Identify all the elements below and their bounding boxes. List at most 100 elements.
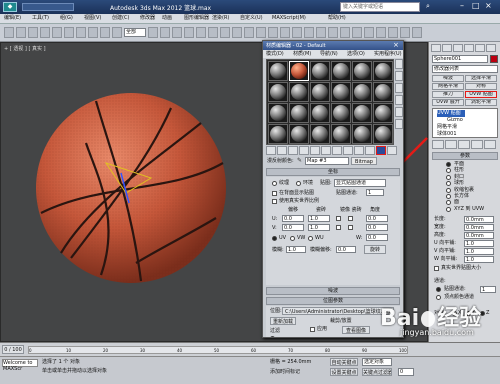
key-filters-button[interactable]: 关键点过滤器... — [362, 368, 392, 376]
material-slot[interactable] — [373, 82, 393, 102]
toolbar-tool-icon[interactable] — [100, 27, 110, 38]
minimize-icon[interactable]: – — [460, 1, 464, 10]
v-mirror-checkbox[interactable] — [336, 225, 341, 230]
mapping-radio[interactable] — [446, 181, 451, 187]
stack-tool-icon[interactable] — [471, 140, 483, 149]
param-field[interactable]: 0.0mm — [464, 216, 494, 223]
toolbar-tool-icon[interactable] — [4, 27, 14, 38]
material-slot[interactable] — [331, 82, 351, 102]
coordinates-rollout[interactable]: 坐标 — [266, 168, 400, 176]
material-tool-icon[interactable] — [387, 146, 397, 155]
search-input[interactable]: 键入关键字或短语 — [340, 2, 420, 12]
material-tool-icon[interactable] — [332, 146, 342, 155]
map-channel-field[interactable]: 1 — [366, 189, 384, 196]
toolbar-tool-icon[interactable] — [40, 27, 50, 38]
set-key-button[interactable]: 设置关键点 — [330, 368, 358, 376]
toolbar-tool-icon[interactable] — [388, 27, 398, 38]
mapping-radio[interactable] — [446, 194, 451, 199]
menu-item[interactable]: 动画 — [162, 15, 172, 22]
toolbar-tool-icon[interactable] — [280, 27, 290, 38]
u-tile-checkbox[interactable] — [348, 216, 353, 221]
toolbar-tool-icon[interactable] — [172, 27, 182, 38]
mapping-radio[interactable] — [446, 187, 451, 193]
blur-offset-field[interactable]: 0.0 — [336, 246, 356, 253]
material-menu-item[interactable]: 选项(O) — [347, 51, 365, 58]
timeline[interactable]: 0 / 100 0 10 20 30 40 50 60 70 80 90 100 — [0, 342, 500, 356]
real-world-checkbox[interactable] — [272, 199, 277, 204]
toolbar-tool-icon[interactable] — [28, 27, 38, 38]
stack-item[interactable]: UVW 贴图 — [437, 110, 465, 117]
toolbar-tool-icon[interactable] — [64, 27, 74, 38]
selection-filter-dropdown[interactable]: 全部 — [124, 28, 146, 37]
material-tool-icon[interactable] — [354, 146, 364, 155]
modifier-list-dropdown[interactable]: 修改器列表 — [432, 65, 498, 73]
toolbar-tool-icon[interactable] — [208, 27, 218, 38]
material-slot[interactable] — [289, 61, 309, 81]
modifier-button[interactable]: 噪波 — [432, 75, 464, 82]
material-slot[interactable] — [289, 124, 309, 144]
menu-item[interactable]: MAXScript(M) — [272, 15, 306, 22]
stack-item[interactable]: Gizmo — [447, 117, 463, 124]
stack-item[interactable]: 网格平滑 — [437, 124, 457, 131]
key-selection-dropdown[interactable]: 选定对象 — [362, 358, 392, 366]
sample-side-tool-icon[interactable] — [395, 83, 403, 93]
toolbar-tool-icon[interactable] — [88, 27, 98, 38]
toolbar-tool-icon[interactable] — [160, 27, 170, 38]
rotate-button[interactable]: 旋转 — [364, 245, 386, 254]
add-time-tag[interactable]: 添加时间标记 — [270, 369, 300, 376]
mapping-dropdown[interactable]: 显式贴图通道 — [334, 179, 386, 187]
maxscript-listener[interactable]: Welcome to MAXScr — [2, 359, 38, 372]
toolbar-tool-icon[interactable] — [244, 27, 254, 38]
material-menu-item[interactable]: 模式(D) — [266, 51, 284, 58]
v-tile-checkbox[interactable] — [348, 225, 353, 230]
u-offset-field[interactable]: 0.0 — [282, 215, 304, 222]
material-tool-icon[interactable] — [343, 146, 353, 155]
material-slot[interactable] — [310, 103, 330, 123]
filter-radio[interactable] — [270, 336, 275, 337]
reload-button[interactable]: 重新加载 — [270, 317, 296, 325]
stack-tool-icon[interactable] — [458, 140, 470, 149]
toolbar-tool-icon[interactable] — [220, 27, 230, 38]
material-slot[interactable] — [373, 61, 393, 81]
mapping-radio[interactable] — [446, 206, 451, 212]
menu-item[interactable]: 创建(C) — [112, 15, 129, 22]
material-slot[interactable] — [268, 124, 288, 144]
stack-tool-icon[interactable] — [445, 140, 457, 149]
toolbar-tool-icon[interactable] — [340, 27, 350, 38]
toolbar-tool-icon[interactable] — [292, 27, 302, 38]
toolbar-tool-icon[interactable] — [16, 27, 26, 38]
u-mirror-checkbox[interactable] — [336, 216, 341, 221]
map-type-button[interactable]: Bitmap — [351, 157, 377, 165]
param-field[interactable]: 1.0 — [464, 256, 494, 263]
sample-side-tool-icon[interactable] — [395, 107, 403, 117]
toolbar-tool-icon[interactable] — [352, 27, 362, 38]
command-tab-icon[interactable] — [442, 44, 452, 52]
v-tiling-field[interactable]: 1.0 — [308, 224, 330, 231]
material-slot[interactable] — [331, 124, 351, 144]
material-slot[interactable] — [268, 61, 288, 81]
material-menu-item[interactable]: 实用程序(U) — [374, 51, 402, 58]
modifier-stack[interactable]: UVW 贴图 Gizmo 网格平滑 球体001 — [432, 108, 498, 138]
material-slot[interactable] — [289, 82, 309, 102]
stack-tool-icon[interactable] — [432, 140, 444, 149]
command-tab-icon[interactable] — [453, 44, 463, 52]
menu-item[interactable]: 修改器 — [140, 15, 155, 22]
material-tool-icon[interactable] — [365, 146, 375, 155]
wu-radio[interactable] — [308, 236, 313, 241]
sample-side-tool-icon[interactable] — [395, 95, 403, 105]
environment-radio[interactable] — [296, 181, 301, 186]
v-angle-field[interactable]: 0.0 — [366, 224, 388, 231]
toolbar-tool-icon[interactable] — [112, 27, 122, 38]
mapping-radio[interactable] — [446, 168, 451, 174]
toolbar-tool-icon[interactable] — [256, 27, 266, 38]
material-tool-icon[interactable] — [310, 146, 320, 155]
mapping-radio[interactable] — [446, 162, 451, 167]
material-slot[interactable] — [268, 82, 288, 102]
material-slot[interactable] — [352, 124, 372, 144]
channel-field[interactable]: 1 — [480, 286, 496, 293]
modifier-button[interactable]: 选择平滑 — [465, 75, 497, 82]
toolbar-tool-icon[interactable] — [52, 27, 62, 38]
close-icon[interactable]: × — [393, 41, 399, 49]
close-icon[interactable]: × — [485, 1, 492, 10]
vw-radio[interactable] — [290, 236, 295, 241]
